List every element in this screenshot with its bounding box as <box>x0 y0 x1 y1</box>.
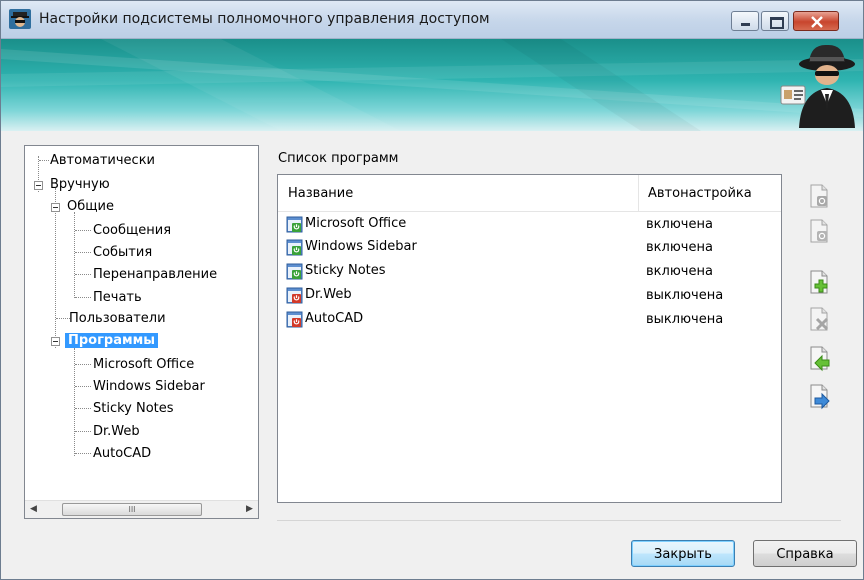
tree-connector <box>75 453 91 454</box>
scroll-left-arrow-icon[interactable]: ◀ <box>25 501 42 518</box>
program-enabled-icon <box>286 216 303 233</box>
tree-connector <box>75 386 91 387</box>
banner-decoration <box>1 39 863 131</box>
program-enabled-icon <box>286 263 303 280</box>
settings-window: Настройки подсистемы полномочного управл… <box>0 0 864 580</box>
list-row[interactable]: AutoCAD выключена <box>278 308 781 330</box>
delete-document-icon[interactable] <box>805 305 831 333</box>
export-document-icon[interactable] <box>805 382 831 410</box>
tree-connector <box>56 318 70 319</box>
tree-item-windows-sidebar[interactable]: Windows Sidebar <box>93 377 205 397</box>
document-enable-icon[interactable] <box>805 182 831 210</box>
tree-item-users[interactable]: Пользователи <box>69 309 166 329</box>
tree-item-general[interactable]: Общие <box>67 197 114 217</box>
column-header-autoconfig[interactable]: Автонастройка <box>648 186 752 201</box>
scroll-right-arrow-icon[interactable]: ▶ <box>241 501 258 518</box>
tree-item-printing[interactable]: Печать <box>93 288 142 308</box>
tree-connector <box>75 431 91 432</box>
tree-connector <box>75 364 91 365</box>
program-status: выключена <box>646 312 724 327</box>
settings-tree[interactable]: Автоматически Вручную Общие Сообщения Со… <box>24 145 259 519</box>
window-title: Настройки подсистемы полномочного управл… <box>39 11 490 27</box>
tree-item-drweb[interactable]: Dr.Web <box>93 422 140 442</box>
tree-item-manual[interactable]: Вручную <box>50 175 110 195</box>
import-document-icon[interactable] <box>805 344 831 372</box>
header-banner <box>1 39 863 131</box>
program-enabled-icon <box>286 239 303 256</box>
tree-item-events[interactable]: События <box>93 243 152 263</box>
list-row[interactable]: Microsoft Office включена <box>278 213 781 235</box>
program-status: выключена <box>646 288 724 303</box>
column-divider[interactable] <box>638 175 639 212</box>
program-name: Dr.Web <box>305 287 352 302</box>
program-name: Microsoft Office <box>305 216 407 231</box>
program-status: включена <box>646 264 713 279</box>
collapse-programs-icon[interactable] <box>51 337 60 346</box>
list-row[interactable]: Sticky Notes включена <box>278 260 781 282</box>
tree-item-programs[interactable]: Программы <box>65 331 158 351</box>
tree-connector <box>74 212 75 298</box>
column-header-name[interactable]: Название <box>288 186 353 201</box>
tree-item-automatic[interactable]: Автоматически <box>50 151 155 171</box>
program-name: Windows Sidebar <box>305 239 417 254</box>
tree-connector <box>75 274 91 275</box>
close-icon <box>811 16 823 28</box>
tree-item-microsoft-office[interactable]: Microsoft Office <box>93 355 194 375</box>
list-row[interactable]: Windows Sidebar включена <box>278 236 781 258</box>
tree-connector <box>75 252 91 253</box>
program-status: включена <box>646 217 713 232</box>
program-list[interactable]: Название Автонастройка Microsoft Office … <box>277 174 782 503</box>
close-button[interactable]: Закрыть <box>631 540 735 567</box>
maximize-button[interactable] <box>761 11 789 31</box>
spy-agent-icon <box>780 44 855 128</box>
collapse-general-icon[interactable] <box>51 203 60 212</box>
add-document-icon[interactable] <box>805 268 831 296</box>
list-row[interactable]: Dr.Web выключена <box>278 284 781 306</box>
tree-item-sticky-notes[interactable]: Sticky Notes <box>93 399 174 419</box>
minimize-button[interactable] <box>731 11 759 31</box>
scroll-thumb[interactable]: III <box>62 503 202 516</box>
tree-item-messages[interactable]: Сообщения <box>93 221 171 241</box>
program-name: AutoCAD <box>305 311 364 326</box>
title-bar[interactable]: Настройки подсистемы полномочного управл… <box>1 1 863 39</box>
tree-connector <box>55 188 56 348</box>
help-button[interactable]: Справка <box>753 540 857 567</box>
document-disable-icon[interactable] <box>805 217 831 245</box>
bottom-separator <box>277 520 841 521</box>
spy-app-icon <box>9 9 31 29</box>
tree-connector <box>39 160 49 161</box>
tree-item-redirection[interactable]: Перенаправление <box>93 265 217 285</box>
program-disabled-icon <box>286 287 303 304</box>
list-header: Название Автонастройка <box>278 175 781 212</box>
tree-connector <box>75 408 91 409</box>
program-list-label: Список программ <box>278 151 399 166</box>
close-window-button[interactable] <box>793 11 839 31</box>
tree-item-autocad[interactable]: AutoCAD <box>93 444 151 464</box>
program-name: Sticky Notes <box>305 263 386 278</box>
tree-item-programs-label: Программы <box>65 333 158 348</box>
tree-horizontal-scrollbar[interactable]: ◀ III ▶ <box>25 500 258 518</box>
tree-connector <box>75 297 91 298</box>
program-status: включена <box>646 240 713 255</box>
program-disabled-icon <box>286 311 303 328</box>
collapse-manual-icon[interactable] <box>34 181 43 190</box>
tree-connector <box>75 230 91 231</box>
